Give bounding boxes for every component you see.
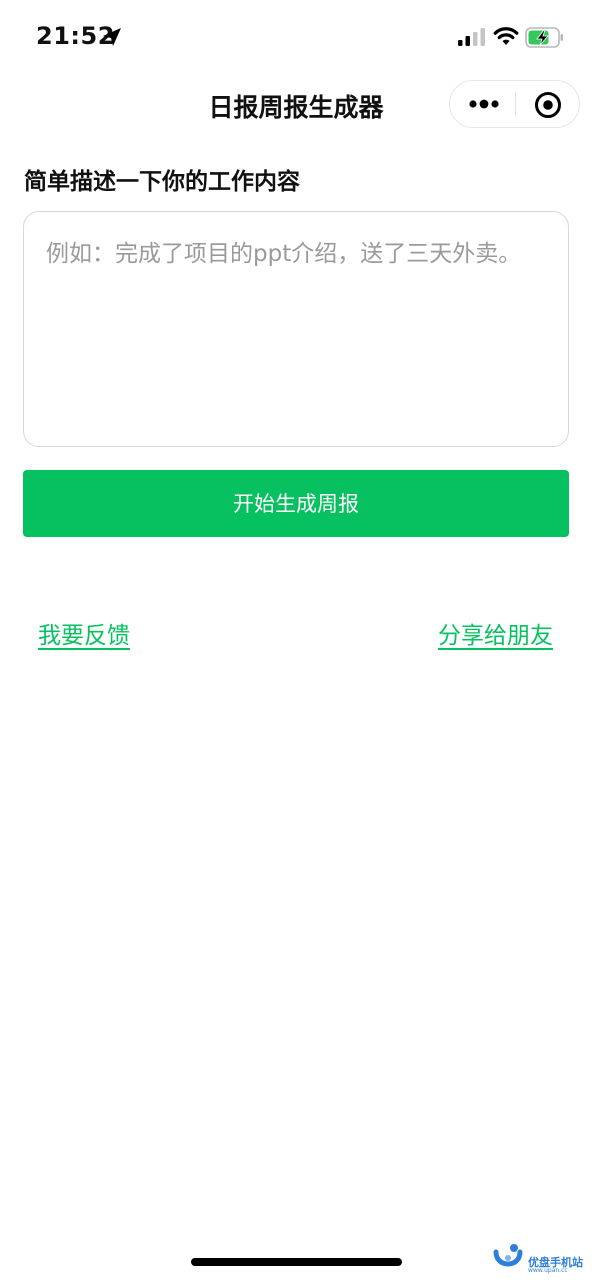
mini-program-capsule (449, 80, 580, 128)
work-description-label: 简单描述一下你的工作内容 (24, 169, 300, 195)
share-to-friend-link[interactable]: 分享给朋友 (438, 616, 553, 650)
upan-logo-icon (493, 1244, 523, 1267)
battery-charging-icon (525, 27, 563, 48)
cellular-signal-icon (458, 28, 485, 46)
location-arrow-icon (103, 28, 121, 46)
feedback-link[interactable]: 我要反馈 (38, 616, 130, 650)
watermark: 优盘手机站 www.upan.cc (490, 1240, 590, 1278)
home-indicator[interactable] (191, 1258, 402, 1266)
wifi-icon (493, 27, 519, 45)
capsule-divider (515, 92, 516, 117)
work-description-input[interactable] (23, 211, 569, 447)
close-target-icon[interactable] (534, 91, 562, 119)
watermark-url: www.upan.cc (528, 1267, 568, 1274)
status-bar: 21:52 (0, 0, 592, 76)
generate-report-button[interactable]: 开始生成周报 (23, 470, 569, 537)
more-icon[interactable] (468, 94, 500, 114)
